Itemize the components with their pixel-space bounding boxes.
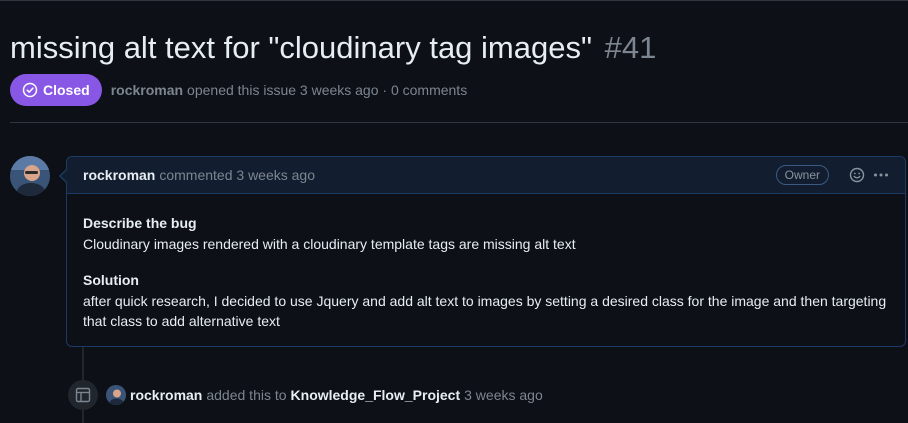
issue-number: #41	[604, 30, 657, 65]
owner-badge: Owner	[775, 165, 829, 185]
comment-box: rockroman commented 3 weeks ago Owner De…	[59, 156, 906, 347]
event-action: added this to	[206, 387, 287, 403]
avatar[interactable]	[10, 156, 50, 196]
issue-state-row: Closed rockroman opened this issue 3 wee…	[10, 74, 467, 106]
event-avatar[interactable]	[106, 385, 126, 405]
solution-description: after quick research, I decided to use J…	[83, 293, 887, 329]
check-circle-icon	[22, 82, 38, 98]
project-link[interactable]: Knowledge_Flow_Project	[291, 387, 461, 403]
state-label: Closed	[43, 82, 90, 98]
more-options-kebab-icon[interactable]	[873, 167, 889, 183]
solution-heading: Solution	[83, 272, 139, 288]
add-reaction-smiley-icon[interactable]	[849, 167, 865, 183]
issue-page: missing alt text for "cloudinary tag ima…	[0, 0, 908, 423]
event-timestamp[interactable]: 3 weeks ago	[464, 387, 543, 403]
comment-author-link[interactable]: rockroman	[83, 167, 155, 183]
issue-title-row: missing alt text for "cloudinary tag ima…	[10, 29, 656, 67]
comment-body: Describe the bug Cloudinary images rende…	[67, 194, 905, 331]
project-table-icon	[68, 380, 98, 410]
timeline-event-project: rockroman added this to Knowledge_Flow_P…	[68, 379, 543, 411]
bug-heading: Describe the bug	[83, 215, 197, 231]
comment-header: rockroman commented 3 weeks ago Owner	[67, 157, 905, 194]
issue-meta: opened this issue 3 weeks ago · 0 commen…	[187, 82, 468, 98]
issue-author-link[interactable]: rockroman	[111, 82, 183, 98]
comment-timestamp[interactable]: commented 3 weeks ago	[159, 167, 315, 183]
user-photo-icon	[10, 156, 50, 196]
comment-header-actions: Owner	[775, 165, 889, 185]
closed-state-badge: Closed	[10, 74, 102, 106]
header-divider	[10, 122, 908, 123]
event-author-link[interactable]: rockroman	[130, 387, 202, 403]
bug-description: Cloudinary images rendered with a cloudi…	[83, 236, 576, 252]
issue-title: missing alt text for "cloudinary tag ima…	[10, 30, 592, 65]
